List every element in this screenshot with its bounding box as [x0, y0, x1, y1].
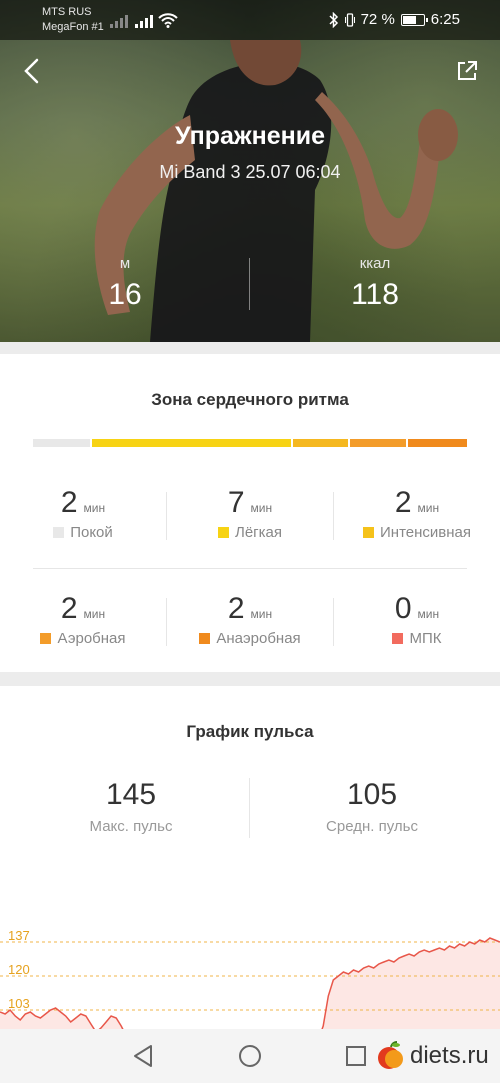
zone-name: Анаэробная	[216, 630, 301, 647]
share-icon[interactable]	[456, 60, 478, 82]
pulse-tick-label: 120	[8, 962, 30, 977]
zone-unit: мин	[417, 501, 440, 515]
signal-icon	[110, 15, 128, 28]
nav-recent-icon[interactable]	[345, 1045, 367, 1067]
zone-minutes: 2	[60, 592, 78, 625]
zone-color-dot	[363, 527, 374, 538]
heart-zone-item: 2 мин Интенсивная	[334, 486, 500, 541]
zone-color-dot	[392, 633, 404, 644]
apple-logo-icon	[378, 1041, 403, 1069]
pulse-tick-label: 137	[8, 928, 30, 943]
zone-unit: мин	[83, 501, 106, 515]
avg-pulse-stat: 105 Средн. пульс	[247, 778, 497, 835]
calories-stat: ккал 118	[295, 255, 455, 312]
device-datetime: Mi Band 3 25.07 06:04	[159, 162, 341, 182]
zone-divider	[166, 598, 167, 646]
zone-unit: мин	[250, 607, 273, 621]
pulse-card: График пульса 145 Макс. пульс 105 Средн.…	[0, 686, 500, 1029]
avg-pulse-label: Средн. пульс	[326, 818, 418, 835]
heart-zone-item: 2 мин Аэробная	[0, 592, 166, 647]
heart-zone-bar-segment	[33, 439, 90, 447]
battery-percent: 72 %	[360, 11, 395, 28]
nav-home-icon[interactable]	[238, 1044, 262, 1068]
back-arrow-icon[interactable]	[22, 58, 42, 84]
heart-zone-item: 7 мин Лёгкая	[167, 486, 333, 541]
heart-zone-item: 0 мин МПК	[334, 592, 500, 647]
vibrate-icon	[344, 12, 355, 27]
heart-zone-item: 2 мин Покой	[0, 486, 166, 541]
max-pulse-stat: 145 Макс. пульс	[6, 778, 256, 835]
status-right: 72 % 6:25	[329, 11, 460, 28]
bluetooth-icon	[329, 11, 338, 28]
wifi-icon	[158, 13, 178, 28]
heart-zone-item: 2 мин Анаэробная	[167, 592, 333, 647]
pulse-title: График пульса	[186, 722, 314, 741]
zone-color-dot	[53, 527, 65, 538]
max-pulse-value: 145	[105, 778, 157, 811]
calories-label: ккал	[359, 255, 391, 272]
heart-zone-bar-segment	[349, 439, 407, 447]
zone-name: Покой	[70, 524, 113, 541]
heart-zone-bar-segment	[91, 439, 292, 447]
carrier-1: MTS RUS	[42, 6, 92, 18]
zone-minutes: 2	[60, 486, 78, 519]
carrier-info: MTS RUS MegaFon #1	[42, 5, 104, 35]
clock: 6:25	[430, 11, 460, 28]
zone-color-dot	[40, 633, 52, 644]
zone-color-dot	[217, 527, 229, 538]
hero-divider	[249, 258, 250, 310]
zone-minutes: 2	[394, 486, 412, 519]
avg-pulse-value: 105	[346, 778, 398, 811]
hero-banner: MTS RUS MegaFon #1 72 % 6:25 Упражнение …	[0, 0, 500, 342]
carrier-2: MegaFon #1	[42, 21, 104, 33]
zone-name: Лёгкая	[234, 524, 282, 541]
zone-minutes: 0	[394, 592, 412, 625]
heart-zone-title: Зона сердечного ритма	[151, 390, 349, 409]
zone-name: Аэробная	[57, 630, 126, 647]
distance-stat: м 16	[45, 255, 205, 312]
zone-unit: мин	[83, 607, 106, 621]
zone-minutes: 2	[227, 592, 245, 625]
heart-zone-bar-segment	[408, 439, 467, 447]
battery-icon	[400, 13, 428, 26]
page-title: Упражнение	[175, 122, 325, 150]
zone-minutes: 7	[227, 486, 245, 519]
zone-divider	[333, 492, 334, 540]
zone-name: МПК	[409, 630, 442, 647]
signal-icon-2	[135, 15, 153, 28]
status-bar: MTS RUS MegaFon #1 72 % 6:25	[0, 0, 500, 40]
watermark: diets.ru	[376, 1041, 489, 1071]
distance-label: м	[119, 255, 131, 272]
zone-unit: мин	[250, 501, 273, 515]
heart-zone-card: Зона сердечного ритма 2 мин Покой 7 мин Лёгка…	[0, 354, 500, 672]
zone-row-divider	[33, 568, 467, 569]
zone-color-dot	[199, 633, 211, 644]
max-pulse-label: Макс. пульс	[89, 818, 173, 835]
nav-back-icon[interactable]	[132, 1044, 154, 1068]
heart-zone-bar-segment	[293, 439, 348, 447]
distance-value: 16	[108, 278, 142, 311]
zone-unit: мин	[417, 607, 440, 621]
watermark-text: diets.ru	[410, 1042, 489, 1069]
calories-value: 118	[351, 278, 399, 311]
pulse-area	[0, 938, 500, 1029]
zone-divider	[166, 492, 167, 540]
zone-divider	[333, 598, 334, 646]
pulse-tick-label: 103	[8, 996, 30, 1011]
pulse-chart: 13712010386	[0, 928, 500, 1029]
zone-name: Интенсивная	[380, 524, 471, 541]
